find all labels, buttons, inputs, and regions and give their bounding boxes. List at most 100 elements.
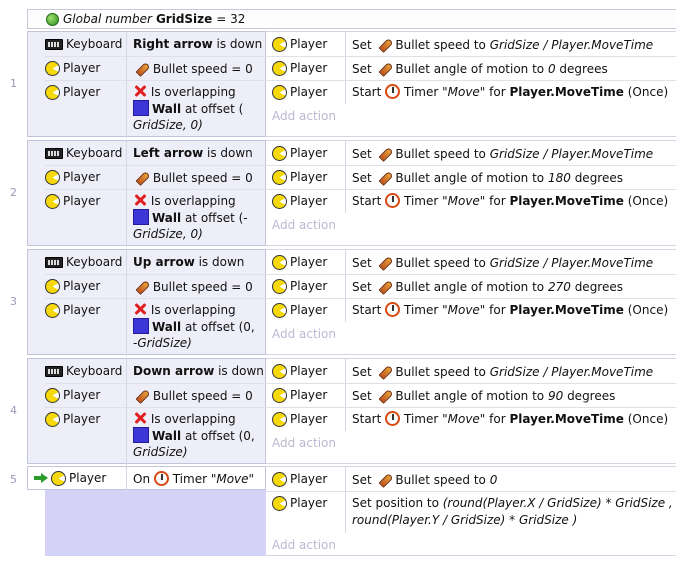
action-description: Bullet speed to bbox=[395, 256, 490, 270]
add-action-link[interactable]: Add action bbox=[272, 218, 336, 232]
bullet-icon bbox=[376, 387, 392, 403]
action-object[interactable]: Player bbox=[272, 360, 327, 382]
event-5[interactable]: 5 Player On Timer "Move" Player Set Bull… bbox=[10, 466, 676, 556]
actions-block: Player Set Bullet speed to GridSize / Pl… bbox=[266, 31, 676, 137]
condition-text[interactable]: Bullet speed = 0 bbox=[133, 166, 253, 186]
action-text[interactable]: Set Bullet angle of motion to 180 degree… bbox=[352, 166, 623, 186]
event-4[interactable]: 4 Keyboard Down arrow is down Player Bul… bbox=[10, 358, 676, 465]
action-text[interactable]: Set Bullet angle of motion to 90 degrees bbox=[352, 384, 615, 404]
action-object[interactable]: Player bbox=[272, 384, 327, 406]
action-description: Timer bbox=[403, 412, 443, 426]
condition-description: is down bbox=[194, 255, 245, 269]
event-sheet: Global number GridSize = 32 1 Keyboard R… bbox=[0, 0, 676, 566]
condition-object[interactable]: Player bbox=[45, 190, 100, 212]
action-description: Bullet angle of motion to bbox=[395, 389, 548, 403]
wall-object-name: Wall bbox=[152, 102, 182, 116]
global-variable-row[interactable]: Global number GridSize = 32 bbox=[27, 9, 676, 29]
condition-text[interactable]: Is overlapping Wall at offset (0, GridSi… bbox=[133, 408, 255, 460]
action-object[interactable]: Player bbox=[272, 166, 327, 188]
action-text[interactable]: Set Bullet speed to GridSize / Player.Mo… bbox=[352, 360, 653, 380]
action-text[interactable]: Set Bullet speed to GridSize / Player.Mo… bbox=[352, 142, 653, 162]
pacman-icon bbox=[45, 169, 60, 185]
condition-description: Is overlapping bbox=[150, 303, 236, 317]
condition-text[interactable]: Bullet speed = 0 bbox=[133, 384, 253, 404]
invert-x-icon bbox=[133, 411, 147, 425]
pacman-icon bbox=[45, 84, 60, 100]
keyboard-icon bbox=[45, 147, 63, 159]
event-2[interactable]: 2 Keyboard Left arrow is down Player Bul… bbox=[10, 140, 676, 247]
divider bbox=[126, 141, 127, 247]
action-text[interactable]: Set position to (round(Player.X / GridSi… bbox=[352, 492, 673, 529]
condition-text[interactable]: Is overlapping Wall at offset (0, -GridS… bbox=[133, 299, 255, 351]
trigger-block[interactable]: Player On Timer "Move" bbox=[27, 466, 266, 491]
condition-object[interactable]: Player bbox=[45, 166, 100, 188]
condition-text[interactable]: Left arrow is down bbox=[133, 142, 253, 161]
bullet-icon bbox=[376, 60, 392, 76]
condition-text[interactable]: Down arrow is down bbox=[133, 360, 264, 379]
action-object[interactable]: Player bbox=[272, 33, 327, 55]
action-description: Timer bbox=[403, 303, 443, 317]
action-expression: GridSize / Player.MoveTime bbox=[489, 365, 654, 379]
condition-object[interactable]: Player bbox=[45, 408, 100, 430]
pacman-icon bbox=[272, 145, 287, 161]
condition-object[interactable]: Keyboard bbox=[45, 251, 122, 273]
action-description: for bbox=[485, 303, 510, 317]
action-object[interactable]: Player bbox=[272, 275, 327, 297]
condition-object[interactable]: Player bbox=[45, 81, 100, 103]
condition-text[interactable]: Is overlapping Wall at offset ( GridSize… bbox=[133, 81, 243, 133]
action-text[interactable]: Set Bullet angle of motion to 270 degree… bbox=[352, 275, 623, 295]
condition-object[interactable]: Player bbox=[45, 384, 100, 406]
action-text[interactable]: Start Timer "Move" for Player.MoveTime (… bbox=[352, 81, 668, 100]
globe-icon bbox=[46, 12, 59, 26]
action-text[interactable]: Start Timer "Move" for Player.MoveTime (… bbox=[352, 190, 668, 209]
add-action-link[interactable]: Add action bbox=[272, 436, 336, 450]
condition-object[interactable]: Player bbox=[45, 57, 100, 79]
condition-object[interactable]: Keyboard bbox=[45, 33, 122, 55]
action-object[interactable]: Player bbox=[272, 408, 327, 430]
key-name: Down arrow bbox=[133, 364, 215, 378]
action-object[interactable]: Player bbox=[272, 142, 327, 164]
action-text[interactable]: Start Timer "Move" for Player.MoveTime (… bbox=[352, 299, 668, 318]
condition-text[interactable]: Is overlapping Wall at offset (- GridSiz… bbox=[133, 190, 248, 242]
action-object[interactable]: Player bbox=[272, 81, 327, 103]
action-text[interactable]: Set Bullet speed to GridSize / Player.Mo… bbox=[352, 33, 653, 53]
action-object-name: Player bbox=[290, 279, 328, 293]
action-description: for bbox=[485, 412, 510, 426]
trigger-condition[interactable]: On Timer "Move" bbox=[133, 468, 254, 487]
condition-description: Bullet speed = 0 bbox=[152, 62, 253, 76]
action-verb: Set position to bbox=[352, 496, 439, 510]
divider bbox=[126, 359, 127, 465]
action-object[interactable]: Player bbox=[272, 57, 327, 79]
trigger-object[interactable]: Player bbox=[34, 467, 106, 489]
add-action-link[interactable]: Add action bbox=[272, 109, 336, 123]
condition-object[interactable]: Player bbox=[45, 275, 100, 297]
action-text[interactable]: Set Bullet speed to 0 bbox=[352, 468, 497, 488]
condition-text[interactable]: Up arrow is down bbox=[133, 251, 244, 270]
condition-text[interactable]: Right arrow is down bbox=[133, 33, 262, 52]
condition-object[interactable]: Player bbox=[45, 299, 100, 321]
pacman-icon bbox=[272, 495, 287, 511]
action-object[interactable]: Player bbox=[272, 190, 327, 212]
event-3[interactable]: 3 Keyboard Up arrow is down Player Bulle… bbox=[10, 249, 676, 356]
action-object[interactable]: Player bbox=[272, 492, 327, 514]
action-text[interactable]: Start Timer "Move" for Player.MoveTime (… bbox=[352, 408, 668, 427]
wall-object-name: Wall bbox=[152, 211, 182, 225]
divider bbox=[126, 250, 127, 356]
action-object[interactable]: Player bbox=[272, 299, 327, 321]
action-text[interactable]: Set Bullet angle of motion to 0 degrees bbox=[352, 57, 608, 77]
condition-text[interactable]: Bullet speed = 0 bbox=[133, 57, 253, 77]
action-object[interactable]: Player bbox=[272, 251, 327, 273]
wall-object-name: Wall bbox=[152, 429, 182, 443]
condition-description: Bullet speed = 0 bbox=[152, 171, 253, 185]
action-object-name: Player bbox=[290, 85, 328, 99]
action-text[interactable]: Set Bullet speed to GridSize / Player.Mo… bbox=[352, 251, 653, 271]
condition-object[interactable]: Keyboard bbox=[45, 142, 122, 164]
action-verb: Set bbox=[352, 147, 372, 161]
condition-text[interactable]: Bullet speed = 0 bbox=[133, 275, 253, 295]
action-object[interactable]: Player bbox=[272, 468, 327, 490]
add-action-link[interactable]: Add action bbox=[272, 327, 336, 341]
condition-object[interactable]: Keyboard bbox=[45, 360, 122, 382]
add-action-link[interactable]: Add action bbox=[272, 538, 336, 552]
action-verb: Start bbox=[352, 85, 382, 99]
event-1[interactable]: 1 Keyboard Right arrow is down Player Bu… bbox=[10, 31, 676, 138]
